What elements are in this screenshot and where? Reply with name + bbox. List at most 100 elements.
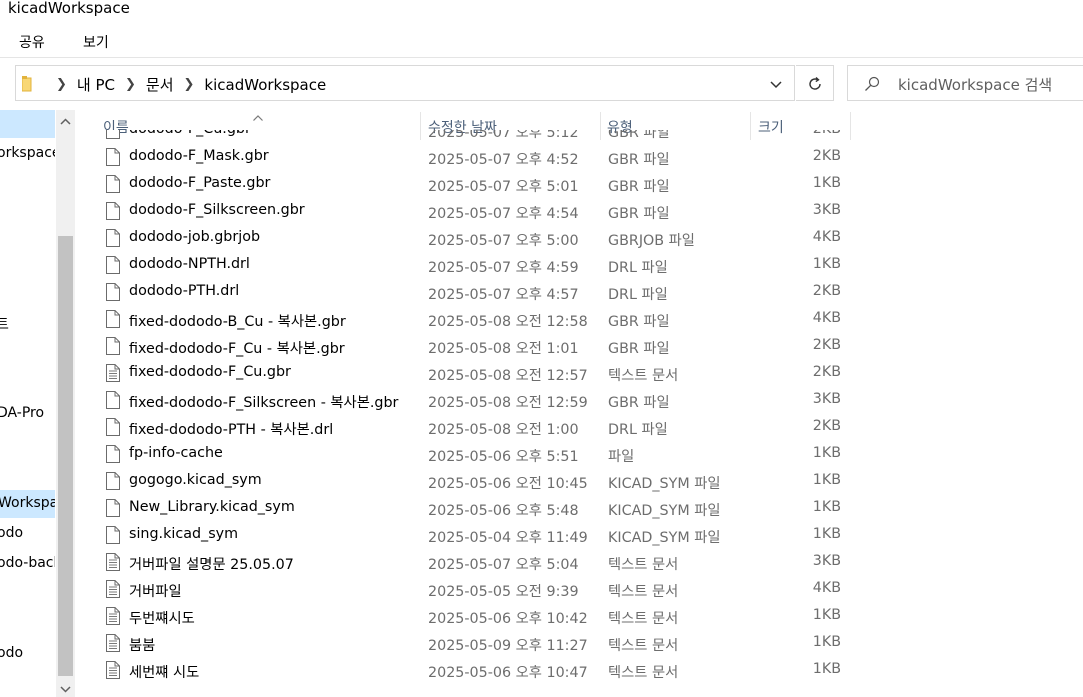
search-input[interactable]: kicadWorkspace 검색 xyxy=(898,74,1052,95)
file-row[interactable]: dododo-F_Cu.gbr 2025-05-07 오후 5:12 GBR 파일 2… xyxy=(76,130,1083,144)
file-row[interactable]: dododo-job.gbrjob 2025-05-07 오후 5:00 GBRJO… xyxy=(76,225,1083,252)
file-row[interactable]: fixed-dododo-F_Cu - 복사본.gbr 2025-05-08 오전… xyxy=(76,333,1083,360)
file-type: GBR 파일 xyxy=(608,152,670,168)
file-row[interactable]: dododo-F_Silkscreen.gbr 2025-05-07 오후 4:5… xyxy=(76,198,1083,225)
search-box[interactable]: kicadWorkspace 검색 xyxy=(847,65,1083,101)
chevron-right-icon[interactable]: ❯ xyxy=(56,77,67,92)
file-type: DRL 파일 xyxy=(608,422,668,438)
file-name: fixed-dododo-B_Cu - 복사본.gbr xyxy=(129,314,346,330)
title-bar: kicadWorkspace xyxy=(0,0,1083,20)
blank-file-icon xyxy=(106,175,120,193)
file-date-modified: 2025-05-04 오후 11:49 xyxy=(428,530,588,546)
file-size: 1KB xyxy=(812,499,841,515)
file-date-modified: 2025-05-07 오후 5:00 xyxy=(428,233,579,249)
tab-view[interactable]: 보기 xyxy=(83,32,109,52)
file-size: 2KB xyxy=(812,148,841,164)
nav-item[interactable]: odo xyxy=(0,645,23,661)
file-row[interactable]: sing.kicad_sym 2025-05-04 오후 11:49 KICAD_S… xyxy=(76,522,1083,549)
file-row[interactable]: fp-info-cache 2025-05-06 오후 5:51 파일 1KB xyxy=(76,441,1083,468)
refresh-button[interactable] xyxy=(796,65,834,101)
text-file-icon xyxy=(106,553,120,571)
file-size: 2KB xyxy=(812,283,841,299)
file-row[interactable]: 붐붐 2025-05-09 오후 11:27 텍스트 문서 1KB xyxy=(76,630,1083,657)
file-row[interactable]: dododo-F_Paste.gbr 2025-05-07 오후 5:01 GBR … xyxy=(76,171,1083,198)
breadcrumb-kicadworkspace[interactable]: kicadWorkspace xyxy=(204,76,326,94)
nav-item[interactable]: 트 xyxy=(0,314,9,334)
file-date-modified: 2025-05-05 오전 9:39 xyxy=(428,584,579,600)
chevron-down-icon[interactable] xyxy=(768,76,784,92)
file-row[interactable]: gogogo.kicad_sym 2025-05-06 오전 10:45 KICAD… xyxy=(76,468,1083,495)
blank-file-icon xyxy=(106,256,120,274)
file-size: 2KB xyxy=(812,418,841,434)
file-date-modified: 2025-05-06 오후 5:51 xyxy=(428,449,579,465)
file-row[interactable]: 거버파일 2025-05-05 오전 9:39 텍스트 문서 4KB xyxy=(76,576,1083,603)
file-name: dododo-NPTH.drl xyxy=(129,256,250,272)
file-date-modified: 2025-05-06 오후 5:48 xyxy=(428,503,579,519)
file-row[interactable]: fixed-dododo-F_Silkscreen - 복사본.gbr 2025-… xyxy=(76,387,1083,414)
file-date-modified: 2025-05-08 오전 1:01 xyxy=(428,341,579,357)
breadcrumb-my-pc[interactable]: 내 PC xyxy=(77,74,115,95)
nav-item[interactable]: odo xyxy=(0,525,23,541)
nav-item[interactable]: orkspace xyxy=(0,145,55,161)
nav-item[interactable]: DA-Pro xyxy=(0,405,44,421)
file-size: 2KB xyxy=(812,337,841,353)
text-file-icon xyxy=(106,364,120,382)
chevron-right-icon[interactable]: ❯ xyxy=(125,77,136,92)
file-date-modified: 2025-05-07 오후 5:04 xyxy=(428,557,579,573)
file-type: 텍스트 문서 xyxy=(608,638,679,654)
file-row[interactable]: New_Library.kicad_sym 2025-05-06 오후 5:48 K… xyxy=(76,495,1083,522)
file-type: GBRJOB 파일 xyxy=(608,233,695,249)
navigation-pane: orkspace 트 DA-Pro Workspac odo odo-back … xyxy=(0,110,55,697)
file-name: dododo-F_Mask.gbr xyxy=(129,148,269,164)
file-type: 텍스트 문서 xyxy=(608,368,679,384)
file-row[interactable]: 거버파일 설명문 25.05.07 2025-05-07 오후 5:04 텍스트 문… xyxy=(76,549,1083,576)
file-size: 1KB xyxy=(812,175,841,191)
scroll-down-icon[interactable] xyxy=(60,681,71,697)
file-type: 텍스트 문서 xyxy=(608,584,679,600)
blank-file-icon xyxy=(106,130,120,139)
file-size: 4KB xyxy=(812,580,841,596)
file-size: 4KB xyxy=(812,310,841,326)
file-row[interactable]: fixed-dododo-F_Cu.gbr 2025-05-08 오전 12:57… xyxy=(76,360,1083,387)
blank-file-icon xyxy=(106,499,120,517)
file-row[interactable]: dododo-F_Mask.gbr 2025-05-07 오후 4:52 GBR 파… xyxy=(76,144,1083,171)
scroll-up-icon[interactable] xyxy=(60,114,71,130)
file-size: 1KB xyxy=(812,256,841,272)
nav-item[interactable]: odo-back xyxy=(0,555,55,571)
file-size: 1KB xyxy=(812,661,841,677)
breadcrumb-documents[interactable]: 문서 xyxy=(146,74,174,95)
file-name: fixed-dododo-F_Cu - 복사본.gbr xyxy=(129,341,345,357)
file-type: GBR 파일 xyxy=(608,314,670,330)
file-size: 3KB xyxy=(812,202,841,218)
blank-file-icon xyxy=(106,337,120,355)
file-row[interactable]: 두번쨰시도 2025-05-06 오후 10:42 텍스트 문서 1KB xyxy=(76,603,1083,630)
blank-file-icon xyxy=(106,445,120,463)
address-bar[interactable]: ❯ 내 PC ❯ 문서 ❯ kicadWorkspace xyxy=(15,65,795,101)
text-file-icon xyxy=(106,634,120,652)
file-name: dododo-job.gbrjob xyxy=(129,229,261,245)
nav-scrollbar[interactable] xyxy=(56,110,75,697)
file-row[interactable]: dododo-PTH.drl 2025-05-07 오후 4:57 DRL 파일 2K… xyxy=(76,279,1083,306)
file-row[interactable]: fixed-dododo-PTH - 복사본.drl 2025-05-08 오전 … xyxy=(76,414,1083,441)
file-date-modified: 2025-05-08 오전 1:00 xyxy=(428,422,579,438)
text-file-icon xyxy=(106,580,120,598)
file-name: gogogo.kicad_sym xyxy=(129,472,262,488)
file-type: 텍스트 문서 xyxy=(608,611,679,627)
nav-item[interactable]: Workspac xyxy=(0,495,55,511)
file-row[interactable]: dododo-NPTH.drl 2025-05-07 오후 4:59 DRL 파일 1… xyxy=(76,252,1083,279)
chevron-right-icon[interactable]: ❯ xyxy=(184,77,195,92)
file-row[interactable]: fixed-dododo-B_Cu - 복사본.gbr 2025-05-08 오전… xyxy=(76,306,1083,333)
file-row[interactable]: 세번쨰 시도 2025-05-06 오후 10:47 텍스트 문서 1KB xyxy=(76,657,1083,684)
search-icon xyxy=(864,76,880,96)
file-type: KICAD_SYM 파일 xyxy=(608,530,721,546)
window-title: kicadWorkspace xyxy=(8,0,130,17)
scrollbar-thumb[interactable] xyxy=(58,236,73,676)
file-type: KICAD_SYM 파일 xyxy=(608,503,721,519)
file-name: sing.kicad_sym xyxy=(129,526,239,542)
tab-share[interactable]: 공유 xyxy=(19,32,45,52)
file-name: dododo-PTH.drl xyxy=(129,283,240,299)
file-name: 두번쨰시도 xyxy=(129,611,195,627)
file-date-modified: 2025-05-08 오전 12:59 xyxy=(428,395,588,411)
file-date-modified: 2025-05-06 오후 10:42 xyxy=(428,611,588,627)
file-name: 거버파일 xyxy=(129,584,182,600)
